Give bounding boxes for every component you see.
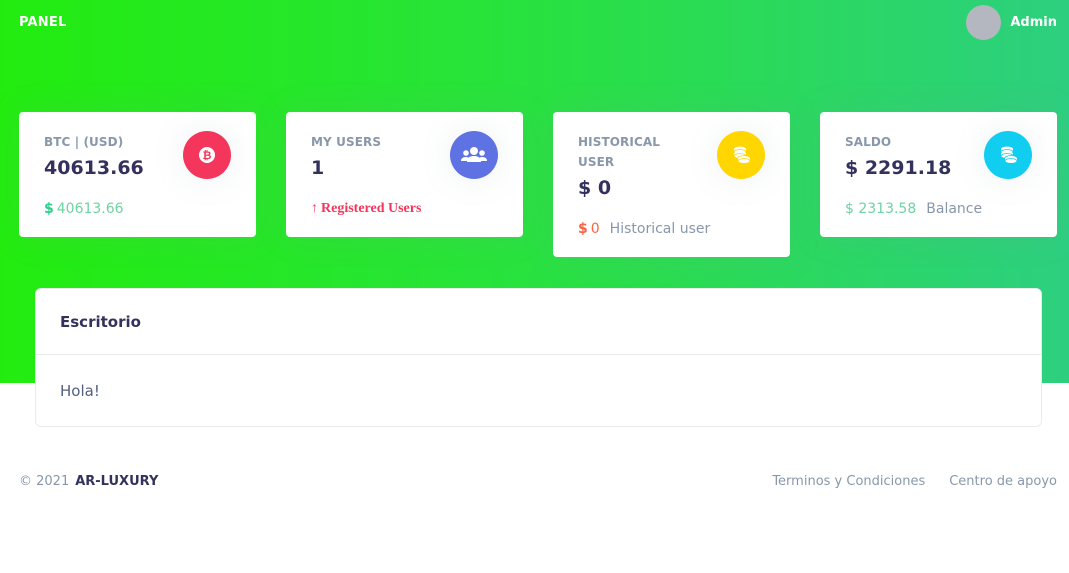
support-link[interactable]: Centro de apoyo — [949, 474, 1057, 489]
stat-card-title: MY USERS — [311, 135, 382, 149]
dollar-symbol: $ — [44, 201, 54, 217]
stat-card-title: BTC | (USD) — [44, 135, 124, 149]
copyright-text: © 2021 — [19, 474, 70, 489]
user-name[interactable]: Admin — [1010, 15, 1057, 30]
footer-copyright: © 2021 AR-LUXURY — [19, 474, 158, 489]
desk-card-title: Escritorio — [60, 312, 141, 331]
stat-card-footer: ↑ Registered Users — [311, 199, 498, 219]
svg-text:₿: ₿ — [203, 149, 212, 162]
desk-card: Escritorio Hola! — [35, 288, 1042, 427]
user-menu[interactable]: Admin — [966, 4, 1057, 40]
coins-icon — [984, 131, 1032, 179]
btc-change-value: 40613.66 — [56, 201, 124, 217]
terms-link[interactable]: Terminos y Condiciones — [772, 474, 925, 489]
balance-label: Balance — [926, 201, 983, 217]
stat-card-saldo: SALDO $ 2291.18 $ 2313.58 Balance — [820, 112, 1057, 237]
desk-card-body: Hola! — [36, 355, 1041, 427]
coins-icon — [717, 131, 765, 179]
stat-card-title: SALDO — [845, 135, 892, 149]
stat-card-footer: $ 2313.58 Balance — [845, 199, 1032, 219]
arrow-up-icon: ↑ — [311, 201, 318, 216]
users-icon — [450, 131, 498, 179]
stat-card-btc: BTC | (USD) 40613.66 ₿ $ 40613.66 — [19, 112, 256, 237]
balance-change-value: $ 2313.58 — [845, 201, 917, 217]
company-link[interactable]: AR-LUXURY — [75, 474, 158, 489]
avatar[interactable] — [966, 4, 1002, 40]
registered-users-label: Registered Users — [321, 201, 422, 216]
historical-user-label: Historical user — [609, 221, 711, 237]
bitcoin-icon: ₿ — [183, 131, 231, 179]
stat-card-value: $ 0 — [578, 177, 612, 199]
dollar-symbol: $ — [578, 221, 588, 237]
historical-change-value: 0 — [590, 221, 600, 237]
stat-card-title: HISTORICAL USER — [578, 135, 660, 169]
footer-links: Terminos y Condiciones Centro de apoyo — [772, 474, 1057, 489]
stat-card-footer: $ 40613.66 — [44, 199, 231, 219]
stat-card-footer: $ 0 Historical user — [578, 219, 765, 239]
stat-card-my-users: MY USERS 1 ↑ Registered Users — [286, 112, 523, 237]
desk-card-header: Escritorio — [36, 289, 1041, 355]
stat-card-historical-user: HISTORICAL USER $ 0 $ 0 Historical user — [553, 112, 790, 257]
brand-link[interactable]: PANEL — [19, 15, 66, 30]
desk-card-text: Hola! — [60, 382, 100, 400]
